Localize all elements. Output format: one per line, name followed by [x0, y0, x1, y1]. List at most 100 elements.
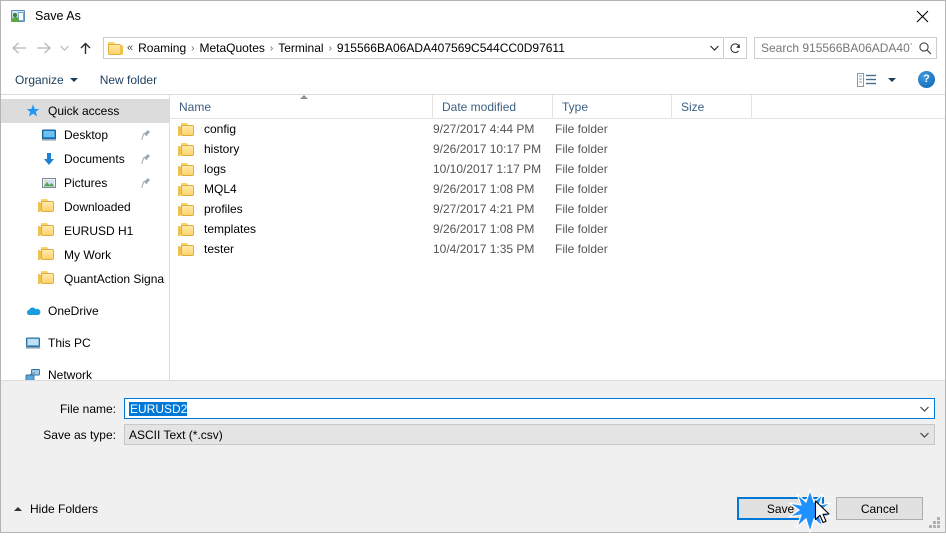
address-bar[interactable]: « Roaming › MetaQuotes › Terminal › 9155… [103, 37, 724, 59]
arrow-left-icon [11, 42, 26, 54]
filename-dropdown-button[interactable] [914, 399, 934, 418]
file-list: Name Date modified Type Size config 9/27… [170, 95, 945, 413]
breadcrumb-item-0[interactable]: Roaming [135, 41, 189, 55]
up-one-level-button[interactable] [73, 36, 97, 60]
file-date: 9/27/2017 4:44 PM [433, 122, 535, 136]
sidebar-item-eurusd-h1[interactable]: EURUSD H1 [1, 219, 169, 243]
save-as-icon [10, 8, 26, 24]
sidebar-item-label: Pictures [64, 176, 108, 190]
folder-icon [178, 202, 196, 216]
column-header-date-modified[interactable]: Date modified [433, 95, 553, 118]
cloud-icon [25, 303, 41, 319]
file-name: profiles [204, 202, 243, 216]
sidebar-item-label: Quick access [48, 104, 120, 118]
search-input[interactable] [755, 40, 914, 56]
file-type: File folder [555, 142, 608, 156]
command-bar: Organize New folder ? [1, 65, 945, 95]
filename-row: File name: EURUSD2 [1, 398, 935, 419]
column-header-row: Name Date modified Type Size [170, 95, 945, 119]
sidebar-item-downloaded[interactable]: Downloaded [1, 195, 169, 219]
table-row[interactable]: templates 9/26/2017 1:08 PM File folder [170, 219, 945, 239]
folder-icon [38, 247, 57, 263]
refresh-button[interactable] [725, 37, 747, 59]
save-options-panel: File name: EURUSD2 Save as type: ASCII T… [1, 380, 945, 532]
organize-label: Organize [15, 72, 64, 87]
address-dropdown-button[interactable] [705, 38, 723, 58]
pin-icon [141, 153, 151, 165]
close-button[interactable] [899, 1, 945, 31]
column-header-type[interactable]: Type [553, 95, 672, 118]
sidebar-item-this-pc[interactable]: This PC [1, 331, 169, 355]
download-arrow-icon [41, 151, 57, 167]
folder-icon [178, 182, 196, 196]
breadcrumb-item-2[interactable]: Terminal [275, 41, 326, 55]
file-type: File folder [555, 122, 608, 136]
hide-folders-button[interactable]: Hide Folders [11, 502, 98, 516]
sidebar-item-label: OneDrive [48, 304, 99, 318]
save-button[interactable]: Save [737, 497, 824, 520]
file-name: logs [204, 162, 227, 176]
chevron-down-icon[interactable] [888, 77, 896, 82]
breadcrumb: « Roaming › MetaQuotes › Terminal › 9155… [126, 41, 705, 55]
star-icon [25, 103, 41, 119]
sidebar-item-quantaction-signal[interactable]: QuantAction Signal [1, 267, 169, 291]
folder-icon [38, 223, 57, 239]
file-rows: config 9/27/2017 4:44 PM File folder his… [170, 119, 945, 259]
file-date: 9/26/2017 1:08 PM [433, 182, 535, 196]
resize-grip[interactable] [928, 516, 941, 529]
sidebar-item-my-work[interactable]: My Work [1, 243, 169, 267]
navigation-pane: Quick access Desktop Documents Pictures … [1, 95, 170, 413]
back-button[interactable] [7, 36, 31, 60]
sidebar-item-label: My Work [64, 248, 112, 262]
folder-icon [108, 41, 123, 55]
table-row[interactable]: config 9/27/2017 4:44 PM File folder [170, 119, 945, 139]
table-row[interactable]: logs 10/10/2017 1:17 PM File folder [170, 159, 945, 179]
chevron-down-icon [919, 432, 929, 438]
filename-label: File name: [59, 401, 116, 416]
sidebar-item-quick-access[interactable]: Quick access [1, 99, 169, 123]
file-name: tester [204, 242, 235, 256]
recent-locations-button[interactable] [55, 36, 73, 60]
file-date: 9/26/2017 10:17 PM [433, 142, 542, 156]
sidebar-item-pictures[interactable]: Pictures [1, 171, 169, 195]
table-row[interactable]: MQL4 9/26/2017 1:08 PM File folder [170, 179, 945, 199]
breadcrumb-item-1[interactable]: MetaQuotes [197, 41, 268, 55]
column-header-name[interactable]: Name [170, 95, 433, 118]
cancel-button[interactable]: Cancel [836, 497, 923, 520]
organize-button[interactable]: Organize [15, 73, 78, 87]
chevron-down-icon [919, 406, 929, 412]
sidebar-item-desktop[interactable]: Desktop [1, 123, 169, 147]
help-label: ? [923, 73, 930, 85]
arrow-right-icon [36, 42, 51, 54]
search-box[interactable] [754, 37, 937, 59]
table-row[interactable]: tester 10/4/2017 1:35 PM File folder [170, 239, 945, 259]
sidebar-item-label: Documents [64, 152, 125, 166]
view-layout-icon[interactable] [857, 72, 879, 88]
file-date: 10/10/2017 1:17 PM [433, 162, 542, 176]
hide-folders-label: Hide Folders [30, 502, 99, 516]
file-type: File folder [555, 162, 608, 176]
filetype-dropdown-button[interactable] [914, 425, 934, 444]
file-name: templates [204, 222, 257, 236]
breadcrumb-overflow[interactable]: « [126, 42, 135, 54]
breadcrumb-item-3[interactable]: 915566BA06ADA407569C544CC0D97611 [334, 41, 568, 55]
table-row[interactable]: history 9/26/2017 10:17 PM File folder [170, 139, 945, 159]
new-folder-button[interactable]: New folder [100, 73, 157, 87]
search-button[interactable] [914, 38, 936, 58]
table-row[interactable]: profiles 9/27/2017 4:21 PM File folder [170, 199, 945, 219]
help-button[interactable]: ? [918, 71, 935, 88]
chevron-down-icon [69, 77, 78, 82]
sidebar-item-label: Downloaded [64, 200, 131, 214]
filename-input[interactable]: EURUSD2 [124, 398, 935, 419]
sidebar-item-documents[interactable]: Documents [1, 147, 169, 171]
filename-text[interactable]: EURUSD2 [125, 401, 914, 416]
file-date: 9/26/2017 1:08 PM [433, 222, 535, 236]
search-icon [919, 42, 932, 55]
column-header-size[interactable]: Size [672, 95, 752, 118]
filetype-select[interactable]: ASCII Text (*.csv) [124, 424, 935, 445]
cancel-label: Cancel [860, 501, 899, 516]
forward-button[interactable] [31, 36, 55, 60]
folder-icon [178, 222, 196, 236]
sidebar-item-onedrive[interactable]: OneDrive [1, 299, 169, 323]
navigation-bar: « Roaming › MetaQuotes › Terminal › 9155… [1, 31, 945, 65]
